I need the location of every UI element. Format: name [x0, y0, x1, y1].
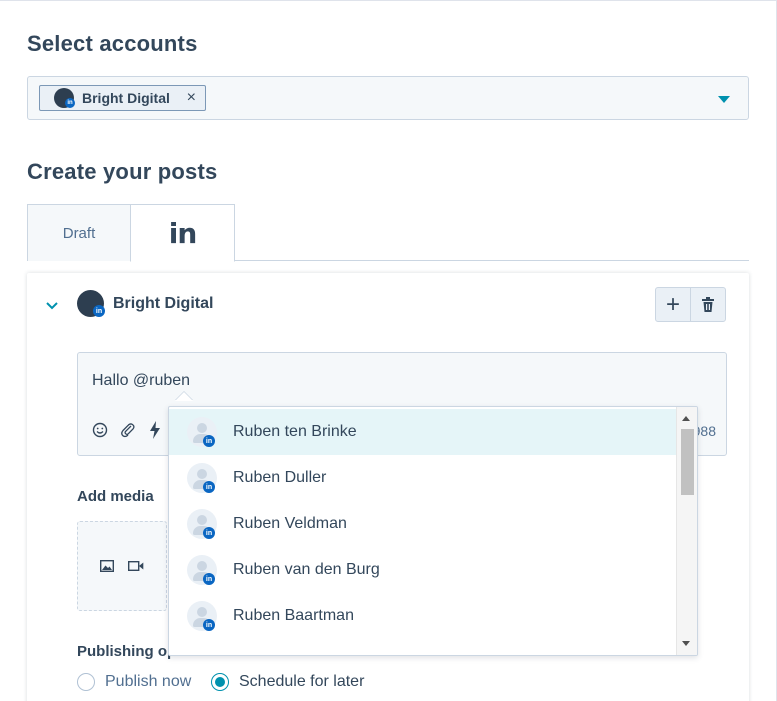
publish-now-label: Publish now	[105, 673, 192, 690]
mention-name: Ruben Veldman	[233, 515, 347, 532]
person-avatar-icon: in	[187, 509, 217, 539]
schedule-later-label: Schedule for later	[239, 673, 365, 690]
scrollbar-thumb[interactable]	[681, 429, 694, 495]
delete-post-button[interactable]	[690, 287, 726, 322]
linkedin-icon: in	[168, 216, 198, 250]
mention-item[interactable]: in Ruben van den Burg	[169, 547, 677, 593]
tab-linkedin[interactable]: in	[130, 204, 235, 262]
linkedin-icon: in	[93, 305, 105, 317]
mention-name: Ruben Baartman	[233, 607, 354, 624]
post-editor-text[interactable]: Hallo @ruben	[92, 372, 190, 390]
publish-now-option[interactable]: Publish now	[77, 673, 191, 691]
mention-item[interactable]: in Ruben Baartman	[169, 593, 677, 639]
plus-icon: +	[665, 290, 680, 318]
mention-popover-arrow	[175, 392, 193, 401]
account-avatar: in	[54, 88, 75, 108]
scroll-down-icon[interactable]	[682, 641, 690, 646]
post-account-name: Bright Digital	[113, 295, 214, 312]
editor-toolbar	[92, 421, 162, 444]
add-post-button[interactable]: +	[655, 287, 691, 322]
video-icon[interactable]	[128, 560, 144, 572]
mention-scrollbar[interactable]	[676, 407, 697, 655]
mention-suggestions: in Ruben ten Brinke in Ruben Duller in R…	[168, 406, 698, 656]
linkedin-icon: in	[203, 527, 215, 539]
mention-item[interactable]: in Ruben ten Brinke	[169, 409, 677, 455]
lightning-icon[interactable]	[148, 421, 162, 444]
person-avatar-icon: in	[187, 601, 217, 631]
chevron-down-icon[interactable]	[46, 297, 58, 313]
linkedin-icon: in	[65, 98, 75, 108]
add-media-label: Add media	[77, 488, 154, 505]
create-posts-heading: Create your posts	[27, 159, 218, 184]
tab-draft[interactable]: Draft	[27, 204, 131, 261]
publish-now-radio[interactable]	[77, 673, 95, 691]
linkedin-icon: in	[203, 573, 215, 585]
media-upload-box[interactable]	[77, 521, 167, 611]
dropdown-caret-icon[interactable]	[718, 96, 730, 103]
account-select[interactable]: in Bright Digital ×	[27, 76, 749, 120]
select-accounts-heading: Select accounts	[27, 31, 198, 56]
mention-item[interactable]: in Ruben Duller	[169, 455, 677, 501]
schedule-later-option[interactable]: Schedule for later	[211, 673, 364, 691]
account-chip-label: Bright Digital	[82, 90, 170, 106]
mention-name: Ruben Duller	[233, 469, 327, 486]
mention-name: Ruben van den Burg	[233, 561, 380, 578]
schedule-later-radio[interactable]	[211, 673, 229, 691]
mention-item[interactable]: in Ruben Veldman	[169, 501, 677, 547]
image-icon[interactable]	[100, 560, 114, 572]
account-avatar: in	[77, 290, 105, 317]
person-avatar-icon: in	[187, 555, 217, 585]
social-post-composer: Select accounts in Bright Digital × Crea…	[0, 0, 777, 701]
emoji-icon[interactable]	[92, 422, 108, 443]
linkedin-icon: in	[203, 435, 215, 447]
close-icon[interactable]: ×	[187, 89, 196, 107]
person-avatar-icon: in	[187, 463, 217, 493]
attachment-icon[interactable]	[120, 422, 136, 443]
person-avatar-icon: in	[187, 417, 217, 447]
trash-icon	[702, 296, 714, 312]
account-chip: in Bright Digital ×	[39, 85, 206, 111]
mention-name: Ruben ten Brinke	[233, 423, 357, 440]
linkedin-icon: in	[203, 619, 215, 631]
scroll-up-icon[interactable]	[682, 416, 690, 421]
linkedin-icon: in	[203, 481, 215, 493]
